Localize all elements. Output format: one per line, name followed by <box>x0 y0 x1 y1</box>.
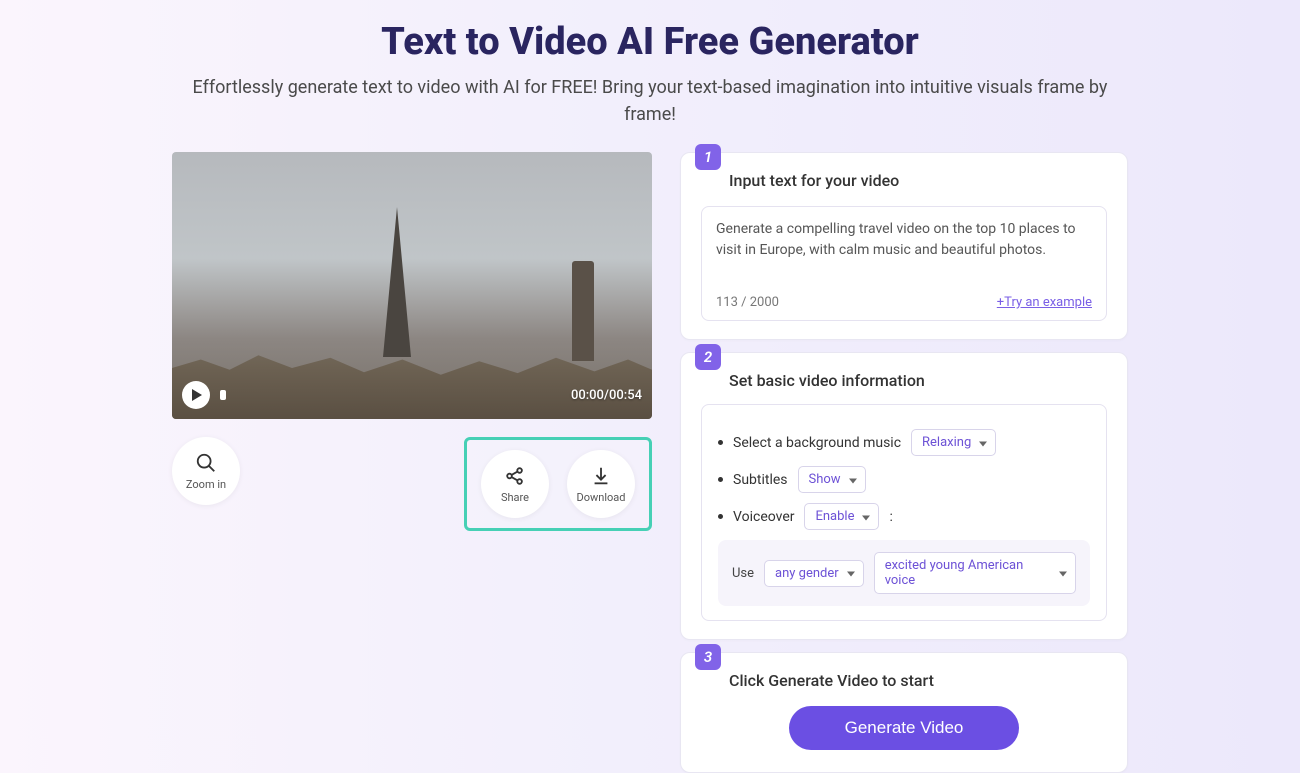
play-icon <box>191 389 203 401</box>
search-icon <box>195 452 217 474</box>
step1-card: 1 Input text for your video Generate a c… <box>680 152 1128 340</box>
bg-music-select[interactable]: Relaxing <box>911 429 996 456</box>
voiceover-label: Voiceover <box>733 509 794 525</box>
play-button[interactable] <box>182 381 210 409</box>
video-preview[interactable]: 00:00/00:54 <box>172 152 652 419</box>
step1-title: Input text for your video <box>729 171 1107 190</box>
share-icon <box>504 465 526 487</box>
bg-music-label: Select a background music <box>733 435 901 451</box>
generate-video-button[interactable]: Generate Video <box>789 706 1020 750</box>
zoom-in-button[interactable]: Zoom in <box>172 437 240 505</box>
step1-badge: 1 <box>695 144 721 170</box>
voiceover-colon: : <box>889 509 892 525</box>
download-button[interactable]: Download <box>567 450 635 518</box>
video-thumbnail <box>172 152 652 419</box>
step3-card: 3 Click Generate Video to start Generate… <box>680 652 1128 773</box>
step2-card: 2 Set basic video information Select a b… <box>680 352 1128 640</box>
try-example-link[interactable]: +Try an example <box>997 295 1092 310</box>
share-download-highlight: Share Download <box>464 437 652 531</box>
step2-title: Set basic video information <box>729 371 1107 390</box>
char-counter: 113 / 2000 <box>716 295 779 310</box>
progress-handle[interactable] <box>220 390 226 400</box>
voiceover-select[interactable]: Enable <box>804 503 879 530</box>
step2-badge: 2 <box>695 344 721 370</box>
step3-badge: 3 <box>695 644 721 670</box>
voice-gender-select[interactable]: any gender <box>764 560 864 587</box>
bullet-icon <box>718 477 723 482</box>
use-label: Use <box>732 566 754 581</box>
voice-config-box: Use any gender excited young American vo… <box>718 540 1090 606</box>
page-title: Text to Video AI Free Generator <box>0 0 1300 64</box>
download-label: Download <box>577 491 626 504</box>
download-icon <box>590 465 612 487</box>
bullet-icon <box>718 514 723 519</box>
share-button[interactable]: Share <box>481 450 549 518</box>
step3-title: Click Generate Video to start <box>729 671 1107 690</box>
bullet-icon <box>718 440 723 445</box>
prompt-textarea[interactable]: Generate a compelling travel video on th… <box>701 206 1107 321</box>
subtitles-label: Subtitles <box>733 472 788 488</box>
page-subtitle: Effortlessly generate text to video with… <box>180 74 1120 128</box>
prompt-text: Generate a compelling travel video on th… <box>716 219 1092 281</box>
video-time: 00:00/00:54 <box>571 388 642 403</box>
zoom-in-label: Zoom in <box>186 478 226 491</box>
share-label: Share <box>501 491 529 504</box>
voice-style-select[interactable]: excited young American voice <box>874 552 1076 594</box>
subtitles-select[interactable]: Show <box>798 466 866 493</box>
